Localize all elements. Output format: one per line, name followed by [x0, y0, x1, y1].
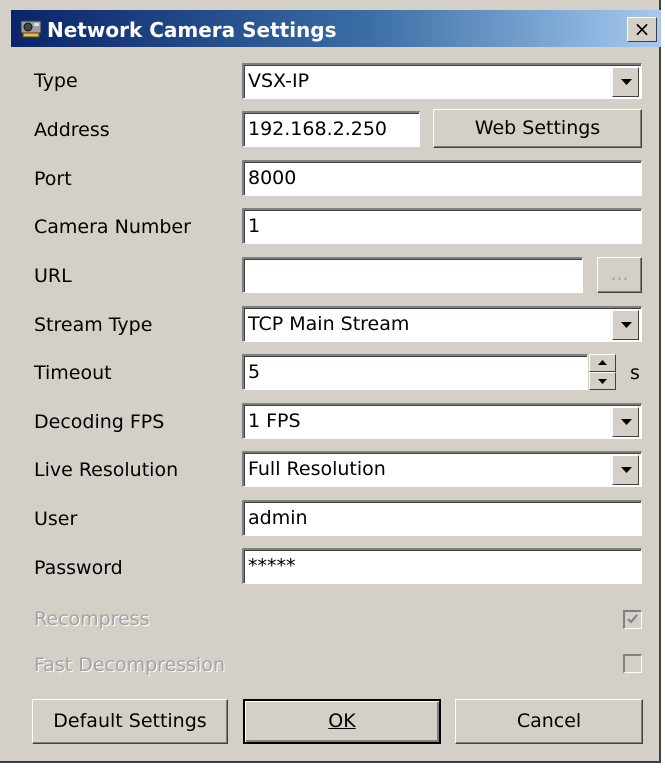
ellipsis-icon: ... — [610, 263, 629, 285]
port-input[interactable]: 8000 — [242, 160, 642, 196]
chevron-down-icon — [621, 322, 632, 328]
stream-type-dropdown-button[interactable] — [612, 310, 639, 340]
stream-type-label: Stream Type — [34, 314, 153, 336]
timeout-input[interactable]: 5 — [242, 354, 588, 390]
spin-up-button[interactable] — [589, 354, 616, 372]
cancel-label: Cancel — [516, 710, 582, 732]
address-input[interactable]: 192.168.2.250 — [242, 111, 420, 147]
cancel-button[interactable]: Cancel — [455, 699, 643, 744]
stream-type-value: TCP Main Stream — [248, 313, 410, 335]
camera-number-input[interactable]: 1 — [242, 208, 642, 244]
close-button[interactable]: × — [627, 17, 657, 42]
user-input[interactable]: admin — [242, 500, 642, 536]
default-settings-button[interactable]: Default Settings — [32, 699, 228, 744]
live-resolution-value: Full Resolution — [248, 458, 386, 480]
network-camera-settings-dialog: Network Camera Settings × Type VSX-IP Ad… — [0, 0, 661, 763]
close-icon: × — [633, 17, 651, 41]
decoding-fps-label: Decoding FPS — [34, 411, 165, 433]
checkmark-icon — [627, 614, 638, 624]
decoding-fps-combobox[interactable]: 1 FPS — [242, 403, 642, 439]
arrow-up-icon — [598, 360, 607, 365]
type-dropdown-button[interactable] — [612, 67, 639, 97]
ok-label: OK — [328, 710, 356, 732]
ok-button[interactable]: OK — [243, 699, 441, 744]
password-value: ***** — [248, 555, 296, 577]
web-settings-label: Web Settings — [474, 117, 601, 139]
type-value: VSX-IP — [248, 70, 310, 92]
port-label: Port — [34, 168, 72, 190]
dialog-title: Network Camera Settings — [47, 18, 337, 42]
password-label: Password — [34, 557, 123, 579]
spin-down-button[interactable] — [589, 372, 616, 390]
chevron-down-icon — [621, 467, 632, 473]
type-label: Type — [34, 70, 78, 92]
camera-number-value: 1 — [248, 215, 261, 237]
decoding-fps-dropdown-button[interactable] — [612, 407, 639, 437]
live-resolution-label: Live Resolution — [34, 459, 179, 481]
url-label: URL — [34, 265, 72, 287]
user-value: admin — [248, 507, 308, 529]
port-value: 8000 — [248, 167, 297, 189]
timeout-unit: s — [630, 362, 640, 384]
title-bar[interactable]: Network Camera Settings — [11, 10, 661, 47]
chevron-down-icon — [621, 419, 632, 425]
fast-decompression-checkbox[interactable] — [623, 654, 642, 673]
camera-icon — [19, 17, 43, 41]
recompress-label: Recompress — [34, 608, 150, 630]
web-settings-button[interactable]: Web Settings — [433, 109, 642, 148]
arrow-down-icon — [598, 379, 607, 384]
timeout-label: Timeout — [34, 362, 112, 384]
user-label: User — [34, 508, 78, 530]
url-input[interactable] — [242, 257, 583, 293]
timeout-value: 5 — [248, 361, 261, 383]
default-settings-label: Default Settings — [53, 710, 207, 732]
browse-button[interactable]: ... — [597, 257, 642, 293]
decoding-fps-value: 1 FPS — [248, 410, 301, 432]
timeout-spinner[interactable] — [589, 354, 616, 390]
live-resolution-dropdown-button[interactable] — [612, 455, 639, 485]
live-resolution-combobox[interactable]: Full Resolution — [242, 451, 642, 487]
recompress-checkbox[interactable] — [623, 610, 642, 629]
stream-type-combobox[interactable]: TCP Main Stream — [242, 306, 642, 342]
type-combobox[interactable]: VSX-IP — [242, 63, 642, 99]
address-label: Address — [34, 119, 110, 141]
camera-number-label: Camera Number — [34, 216, 191, 238]
fast-decompression-label: Fast Decompression — [34, 654, 226, 676]
password-input[interactable]: ***** — [242, 548, 642, 584]
chevron-down-icon — [621, 79, 632, 85]
address-value: 192.168.2.250 — [248, 118, 388, 140]
